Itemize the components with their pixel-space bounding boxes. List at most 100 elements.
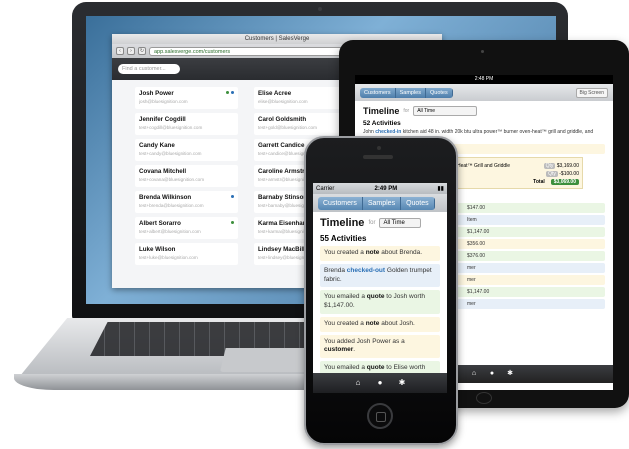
activity-action: checked-in <box>375 129 402 135</box>
tab-samples[interactable]: Samples <box>362 196 402 210</box>
customer-card[interactable]: Covana Mitchell test+covana@bluesignition… <box>135 165 238 187</box>
tab-quotes[interactable]: Quotes <box>426 87 453 98</box>
total-label: Total <box>533 179 545 185</box>
user-icon[interactable]: ● <box>483 365 501 383</box>
iphone-content: Timeline for All Time 55 Activities You … <box>313 212 447 376</box>
customer-card[interactable]: Albert Sorarro test+albert@bluesignition.… <box>135 217 238 239</box>
carrier-label: Carrier <box>316 185 335 192</box>
activity-keyword: customer <box>324 346 354 354</box>
customer-card[interactable]: Josh Power josh@bluesignition.com <box>135 87 238 109</box>
customer-email: test+brenda@bluesignition.com <box>139 203 204 208</box>
gear-icon[interactable]: ✱ <box>391 373 413 393</box>
timeline-header: Timeline for All Time <box>363 106 605 116</box>
search-input[interactable]: Find a customer... <box>118 64 180 74</box>
timeline-header: Timeline for All Time <box>320 217 440 229</box>
customer-email: test+covana@bluesignition.com <box>139 177 205 182</box>
activity-item[interactable]: You emailed a quote to Josh worth $1,147… <box>320 290 440 314</box>
qty-badge: Qty <box>543 163 556 169</box>
laptop-camera <box>318 7 322 11</box>
page-title: Timeline <box>320 217 365 229</box>
activity-keyword: checked-out <box>346 266 386 274</box>
status-dot <box>231 195 234 198</box>
time-filter-select[interactable]: All Time <box>413 106 478 116</box>
activity-item[interactable]: You created a note about Brenda. <box>320 246 440 261</box>
activity-text: about Brenda. <box>381 249 423 256</box>
user-icon[interactable]: ● <box>369 373 391 393</box>
ipad-nav-bar: Customers Samples Quotes Big Screen <box>355 84 613 101</box>
customer-email: josh@bluesignition.com <box>139 99 188 104</box>
customer-email: test+cogdill@bluesignition.com <box>139 125 203 130</box>
status-time: 2:49 PM <box>374 185 398 192</box>
activity-item[interactable]: You added Josh Power as a customer. <box>320 334 440 359</box>
customer-name: Josh Power <box>139 90 174 97</box>
order-price: $3,169.00 <box>556 163 579 169</box>
reload-icon[interactable]: ↻ <box>138 47 146 55</box>
activity-actor: John <box>363 129 374 135</box>
iphone-speaker <box>363 155 393 159</box>
customer-name: Jennifer Cogdill <box>139 116 186 123</box>
ipad-status-bar: 2:48 PM <box>355 75 613 84</box>
activity-text: You emailed a <box>324 293 365 301</box>
activity-count: 52 Activities <box>363 120 401 127</box>
iphone-camera <box>377 146 381 150</box>
status-dot <box>226 91 229 94</box>
customer-name: Albert Sorarro <box>139 220 181 227</box>
activity-keyword: note <box>365 249 380 256</box>
customer-email: test+luke@bluesignition.com <box>139 255 198 260</box>
gear-icon[interactable]: ✱ <box>501 365 519 383</box>
activity-text: You created a <box>324 319 364 327</box>
activity-item[interactable]: You created a note about Josh. <box>320 316 440 332</box>
forward-icon[interactable]: › <box>127 47 135 55</box>
iphone-tab-bar: Customers Samples Quotes <box>318 196 435 210</box>
activity-text: . <box>353 346 356 354</box>
for-label: for <box>403 108 410 114</box>
customer-name: Luke Wilson <box>139 246 176 253</box>
battery-icon: ▮▮ <box>437 186 444 192</box>
status-dot <box>231 91 234 94</box>
home-icon[interactable]: ⌂ <box>465 365 483 383</box>
big-screen-button[interactable]: Big Screen <box>575 87 608 98</box>
order-price: -$100.00 <box>559 171 579 177</box>
activity-text: about Josh. <box>381 319 415 327</box>
activity-text: Brenda <box>324 266 345 274</box>
customer-name: Covana Mitchell <box>139 168 187 175</box>
tab-quotes[interactable]: Quotes <box>401 196 435 210</box>
total-value: $3,069.00 <box>550 179 579 185</box>
home-icon[interactable]: ⌂ <box>347 373 369 393</box>
qty-badge: Qty <box>546 171 558 177</box>
customer-card[interactable]: Jennifer Cogdill test+cogdill@bluesigniti… <box>135 113 238 135</box>
customer-name: Brenda Wilkinson <box>139 194 192 201</box>
customer-name: Candy Kane <box>139 142 175 149</box>
activity-count: 55 Activities <box>320 234 367 243</box>
customer-email: test+candy@bluesignition.com <box>139 151 202 156</box>
ipad-tab-bar: Customers Samples Quotes <box>360 87 453 98</box>
activity-keyword: note <box>365 319 380 327</box>
tab-customers[interactable]: Customers <box>318 196 363 210</box>
iphone-screen: Carrier 2:49 PM ▮▮ Customers Samples Quo… <box>313 183 447 393</box>
activity-keyword: quote <box>366 293 385 301</box>
activity-text: You emailed a <box>324 364 365 372</box>
customer-card[interactable]: Brenda Wilkinson test+brenda@bluesignitio… <box>135 191 238 213</box>
tab-customers[interactable]: Customers <box>360 87 396 98</box>
iphone-toolbar: ⌂ ● ✱ <box>313 373 447 393</box>
iphone-nav-bar: Customers Samples Quotes <box>313 194 447 212</box>
activity-text: You created a <box>324 249 364 256</box>
ipad-camera <box>481 50 484 53</box>
activity-keyword: quote <box>366 364 385 372</box>
activity-text: to Elise worth <box>386 364 426 372</box>
product-showcase: Customers | SalesVerge ‹ › ↻ app.salesve… <box>0 0 629 449</box>
customer-card[interactable]: Luke Wilson test+luke@bluesignition.com <box>135 243 238 265</box>
iphone-status-bar: Carrier 2:49 PM ▮▮ <box>313 183 447 194</box>
page-title: Timeline <box>363 106 400 116</box>
time-filter-select[interactable]: All Time <box>379 218 422 228</box>
activity-item[interactable]: Brenda checked-out Golden trumpet fabric… <box>320 263 440 288</box>
tab-samples[interactable]: Samples <box>395 87 426 98</box>
iphone-home-button[interactable] <box>367 403 393 429</box>
customer-card[interactable]: Candy Kane test+candy@bluesignition.com <box>135 139 238 161</box>
status-dot <box>231 221 234 224</box>
for-label: for <box>368 220 376 226</box>
back-icon[interactable]: ‹ <box>116 47 124 55</box>
activity-text: You added Josh Power as a <box>324 337 405 345</box>
ipad-home-button[interactable] <box>476 392 492 404</box>
customer-email: test+albert@bluesignition.com <box>139 229 201 234</box>
